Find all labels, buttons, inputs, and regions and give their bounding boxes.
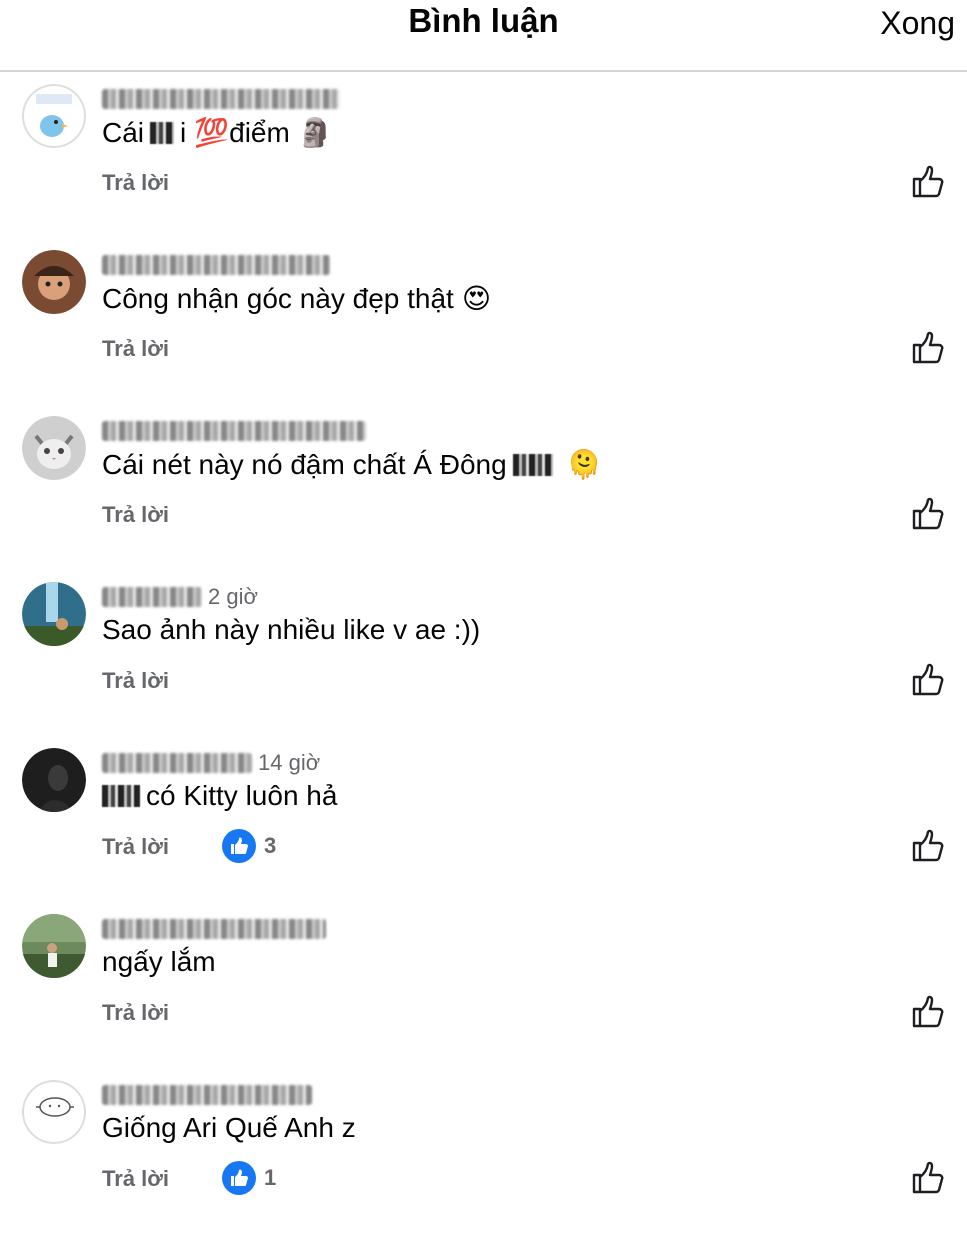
comment-text: Sao ảnh này nhiều like v ae :))	[102, 614, 481, 645]
comment-text: Giống Ari Quế Anh z	[102, 1112, 356, 1143]
thumbs-up-outline-icon	[912, 331, 944, 364]
comment-meta	[102, 416, 366, 446]
like-button[interactable]	[910, 1160, 946, 1196]
comment-text: Cái i 💯 điểm 🗿	[102, 116, 333, 149]
avatar[interactable]	[22, 250, 86, 314]
comment-meta: 14 giờ	[102, 748, 320, 778]
comments-header: Bình luận Xong	[0, 0, 967, 72]
redacted-text	[102, 785, 140, 807]
comment-list: Cái i 💯 điểm 🗿 Trả lời Công nhận góc này…	[0, 72, 967, 1234]
heart-eyes-emoji: 😍	[461, 282, 492, 315]
comment-text: ngấy lắm	[102, 946, 216, 977]
thumbs-up-outline-icon	[912, 829, 944, 862]
reply-button[interactable]: Trả lời	[102, 668, 169, 694]
comment-meta	[102, 250, 330, 280]
reply-button[interactable]: Trả lời	[102, 1166, 169, 1192]
done-button[interactable]: Xong	[880, 5, 955, 42]
like-button[interactable]	[910, 828, 946, 864]
reply-button[interactable]: Trả lời	[102, 834, 169, 860]
avatar[interactable]	[22, 84, 86, 148]
reaction-summary[interactable]: 1	[222, 1161, 276, 1195]
melting-face-emoji: 🫠	[566, 448, 602, 481]
comment-item: ngấy lắm Trả lời	[0, 902, 967, 1068]
like-reaction-icon	[222, 1161, 256, 1195]
comment-meta	[102, 84, 340, 114]
author-name-redacted[interactable]	[102, 587, 202, 607]
reply-button[interactable]: Trả lời	[102, 170, 169, 196]
like-reaction-icon	[222, 829, 256, 863]
thumbs-up-outline-icon	[912, 1161, 944, 1194]
thumbs-up-outline-icon	[912, 497, 944, 530]
comment-item: 14 giờ có Kitty luôn hả Trả lời 3	[0, 736, 967, 902]
like-count: 1	[264, 1165, 277, 1190]
like-button[interactable]	[910, 330, 946, 366]
thumbs-up-outline-icon	[912, 995, 944, 1028]
thumbs-up-outline-icon	[912, 663, 944, 696]
comment-item: Giống Ari Quế Anh z Trả lời 1	[0, 1068, 967, 1234]
avatar[interactable]	[22, 1080, 86, 1144]
redacted-text	[150, 121, 175, 144]
moai-emoji: 🗿	[297, 116, 333, 149]
comment-text: Công nhận góc này đẹp thật 😍	[102, 282, 492, 315]
redacted-text	[512, 453, 553, 476]
comment-text: có Kitty luôn hả	[102, 780, 337, 812]
comment-item: Cái nét này nó đậm chất Á Đông 🫠 Trả lời	[0, 404, 967, 570]
avatar[interactable]	[22, 416, 86, 480]
comment-time: 2 giờ	[208, 584, 258, 609]
author-name-redacted[interactable]	[102, 1085, 312, 1105]
avatar[interactable]	[22, 748, 86, 812]
comment-meta	[102, 914, 326, 944]
author-name-redacted[interactable]	[102, 421, 366, 441]
like-button[interactable]	[910, 994, 946, 1030]
like-button[interactable]	[910, 164, 946, 200]
like-count: 3	[264, 833, 277, 858]
thumbs-up-outline-icon	[912, 165, 944, 198]
author-name-redacted[interactable]	[102, 255, 330, 275]
comment-meta: 2 giờ	[102, 582, 258, 612]
reply-button[interactable]: Trả lời	[102, 1000, 169, 1026]
page-title: Bình luận	[408, 2, 559, 39]
reply-button[interactable]: Trả lời	[102, 502, 169, 528]
author-name-redacted[interactable]	[102, 919, 326, 939]
author-name-redacted[interactable]	[102, 753, 252, 773]
like-button[interactable]	[910, 496, 946, 532]
comment-time: 14 giờ	[258, 750, 321, 775]
hundred-points-emoji: 💯	[194, 116, 230, 149]
reply-button[interactable]: Trả lời	[102, 336, 169, 362]
comment-meta	[102, 1080, 312, 1110]
comment-item: Công nhận góc này đẹp thật 😍 Trả lời	[0, 238, 967, 404]
comment-item: Cái i 💯 điểm 🗿 Trả lời	[0, 72, 967, 238]
comment-item: 2 giờ Sao ảnh này nhiều like v ae :)) Tr…	[0, 570, 967, 736]
like-button[interactable]	[910, 662, 946, 698]
reaction-summary[interactable]: 3	[222, 829, 276, 863]
comment-text: Cái nét này nó đậm chất Á Đông 🫠	[102, 448, 602, 481]
avatar[interactable]	[22, 914, 86, 978]
author-name-redacted[interactable]	[102, 89, 340, 109]
avatar[interactable]	[22, 582, 86, 646]
